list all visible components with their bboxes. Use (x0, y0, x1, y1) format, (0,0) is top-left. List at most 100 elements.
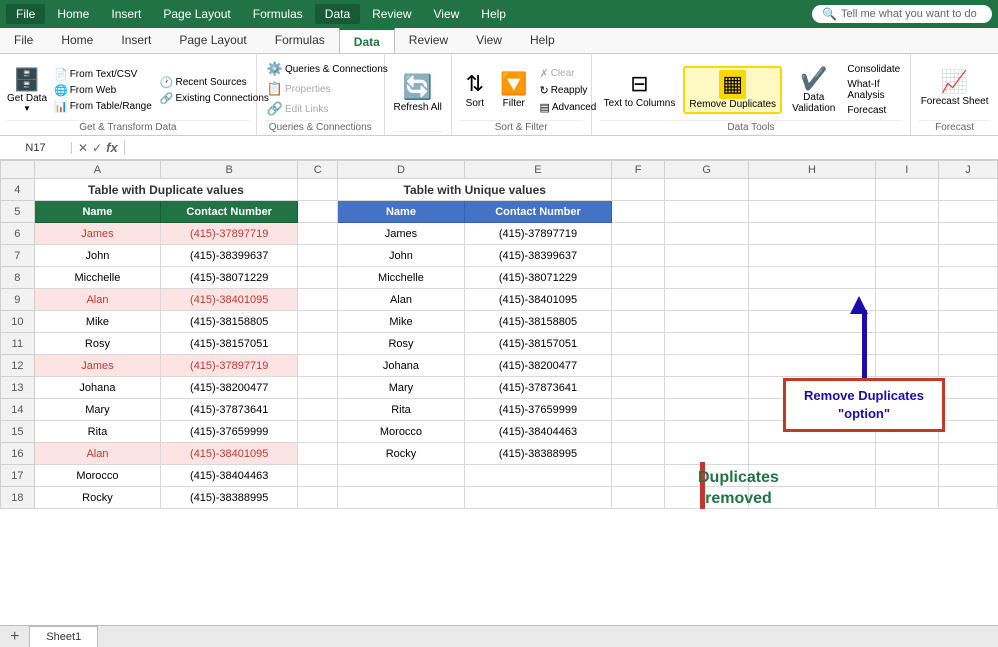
cell-B17[interactable]: (415)-38404463 (161, 465, 298, 487)
row-header-16[interactable]: 16 (1, 443, 35, 465)
col-header-F[interactable]: F (612, 161, 665, 179)
cell-E6[interactable]: (415)-37897719 (464, 223, 612, 245)
cell-E11[interactable]: (415)-38157051 (464, 333, 612, 355)
cell-I5[interactable] (875, 201, 938, 223)
row-header-6[interactable]: 6 (1, 223, 35, 245)
clear-button[interactable]: ✗ Clear (537, 66, 598, 81)
cell-C6[interactable] (298, 223, 338, 245)
cell-J6[interactable] (938, 223, 997, 245)
cell-H6[interactable] (749, 223, 875, 245)
remove-duplicates-button[interactable]: ▦ Remove Duplicates (683, 66, 782, 113)
menu-view[interactable]: View (424, 4, 470, 24)
cell-B9[interactable]: (415)-38401095 (161, 289, 298, 311)
reapply-button[interactable]: ↻ Reapply (537, 83, 598, 98)
col-header-H[interactable]: H (749, 161, 875, 179)
cell-F4[interactable] (612, 179, 665, 201)
cell-B8[interactable]: (415)-38071229 (161, 267, 298, 289)
cell-E8[interactable]: (415)-38071229 (464, 267, 612, 289)
cell-D10[interactable]: Mike (338, 311, 464, 333)
cell-A17[interactable]: Morocco (34, 465, 160, 487)
menu-insert[interactable]: Insert (101, 4, 151, 24)
cell-A7[interactable]: John (34, 245, 160, 267)
cell-D13[interactable]: Mary (338, 377, 464, 399)
data-validation-button[interactable]: ✔️ Data Validation (786, 64, 841, 116)
cell-B16[interactable]: (415)-38401095 (161, 443, 298, 465)
row-header-11[interactable]: 11 (1, 333, 35, 355)
sort-button[interactable]: ⇅ Sort (460, 69, 490, 110)
col-header-J[interactable]: J (938, 161, 997, 179)
cell-H5[interactable] (749, 201, 875, 223)
cell-D12[interactable]: Johana (338, 355, 464, 377)
text-to-columns-button[interactable]: ⊟ Text to Columns (600, 69, 680, 110)
tell-me-search[interactable]: 🔍 Tell me what you want to do (812, 5, 992, 23)
what-if-button[interactable]: What-If Analysis (845, 78, 902, 102)
cell-A12[interactable]: James (34, 355, 160, 377)
cell-D6[interactable]: James (338, 223, 464, 245)
cell-A8[interactable]: Micchelle (34, 267, 160, 289)
menu-review[interactable]: Review (362, 4, 421, 24)
properties-button[interactable]: 📋 Properties (265, 80, 376, 98)
filter-button[interactable]: 🔽 Filter (494, 69, 533, 110)
row-header-7[interactable]: 7 (1, 245, 35, 267)
row-header-12[interactable]: 12 (1, 355, 35, 377)
confirm-formula-icon[interactable]: ✓ (92, 141, 102, 155)
row-header-5[interactable]: 5 (1, 201, 35, 223)
insert-function-icon[interactable]: fx (106, 140, 118, 155)
menu-file[interactable]: File (6, 4, 45, 24)
tab-home[interactable]: Home (47, 28, 107, 53)
cell-E5[interactable]: Contact Number (464, 201, 612, 223)
cell-D4[interactable]: Table with Unique values (338, 179, 612, 201)
menu-data[interactable]: Data (315, 4, 360, 24)
add-sheet-button[interactable]: + (0, 626, 29, 647)
cell-D17[interactable] (338, 465, 464, 487)
cell-B13[interactable]: (415)-38200477 (161, 377, 298, 399)
col-header-I[interactable]: I (875, 161, 938, 179)
menu-formulas[interactable]: Formulas (243, 4, 313, 24)
cell-D15[interactable]: Morocco (338, 421, 464, 443)
advanced-button[interactable]: ▤ Advanced (537, 100, 598, 115)
cell-A16[interactable]: Alan (34, 443, 160, 465)
cell-C5[interactable] (298, 201, 338, 223)
cancel-formula-icon[interactable]: ✕ (78, 141, 88, 155)
name-box[interactable]: N17 (0, 142, 72, 154)
from-text-csv-button[interactable]: 📄 From Text/CSV (52, 67, 154, 82)
col-header-D[interactable]: D (338, 161, 464, 179)
cell-I4[interactable] (875, 179, 938, 201)
cell-E15[interactable]: (415)-38404463 (464, 421, 612, 443)
cell-A6[interactable]: James (34, 223, 160, 245)
queries-connections-button[interactable]: ⚙️ Queries & Connections (265, 60, 376, 78)
cell-H4[interactable] (749, 179, 875, 201)
row-header-18[interactable]: 18 (1, 487, 35, 509)
row-header-17[interactable]: 17 (1, 465, 35, 487)
tab-file[interactable]: File (0, 28, 47, 53)
row-header-10[interactable]: 10 (1, 311, 35, 333)
cell-A4[interactable]: Table with Duplicate values (34, 179, 297, 201)
cell-A15[interactable]: Rita (34, 421, 160, 443)
cell-B15[interactable]: (415)-37659999 (161, 421, 298, 443)
cell-D16[interactable]: Rocky (338, 443, 464, 465)
cell-G5[interactable] (664, 201, 748, 223)
forecast-group-button[interactable]: Forecast (845, 104, 902, 117)
cell-E14[interactable]: (415)-37659999 (464, 399, 612, 421)
sheet-tab-sheet1[interactable]: Sheet1 (29, 626, 98, 647)
cell-A13[interactable]: Johana (34, 377, 160, 399)
cell-F6[interactable] (612, 223, 665, 245)
refresh-all-button[interactable]: 🔄 Refresh All (389, 72, 445, 116)
cell-C4[interactable] (298, 179, 338, 201)
recent-sources-button[interactable]: 🕐 Recent Sources (158, 75, 271, 90)
cell-J5[interactable] (938, 201, 997, 223)
cell-E10[interactable]: (415)-38158805 (464, 311, 612, 333)
col-header-E[interactable]: E (464, 161, 612, 179)
cell-D5[interactable]: Name (338, 201, 464, 223)
cell-D18[interactable] (338, 487, 464, 509)
cell-A9[interactable]: Alan (34, 289, 160, 311)
col-header-A[interactable]: A (34, 161, 160, 179)
menu-help[interactable]: Help (471, 4, 516, 24)
consolidate-button[interactable]: Consolidate (845, 63, 902, 76)
cell-A14[interactable]: Mary (34, 399, 160, 421)
cell-I6[interactable] (875, 223, 938, 245)
cell-J4[interactable] (938, 179, 997, 201)
tab-help[interactable]: Help (516, 28, 569, 53)
row-header-9[interactable]: 9 (1, 289, 35, 311)
cell-D7[interactable]: John (338, 245, 464, 267)
